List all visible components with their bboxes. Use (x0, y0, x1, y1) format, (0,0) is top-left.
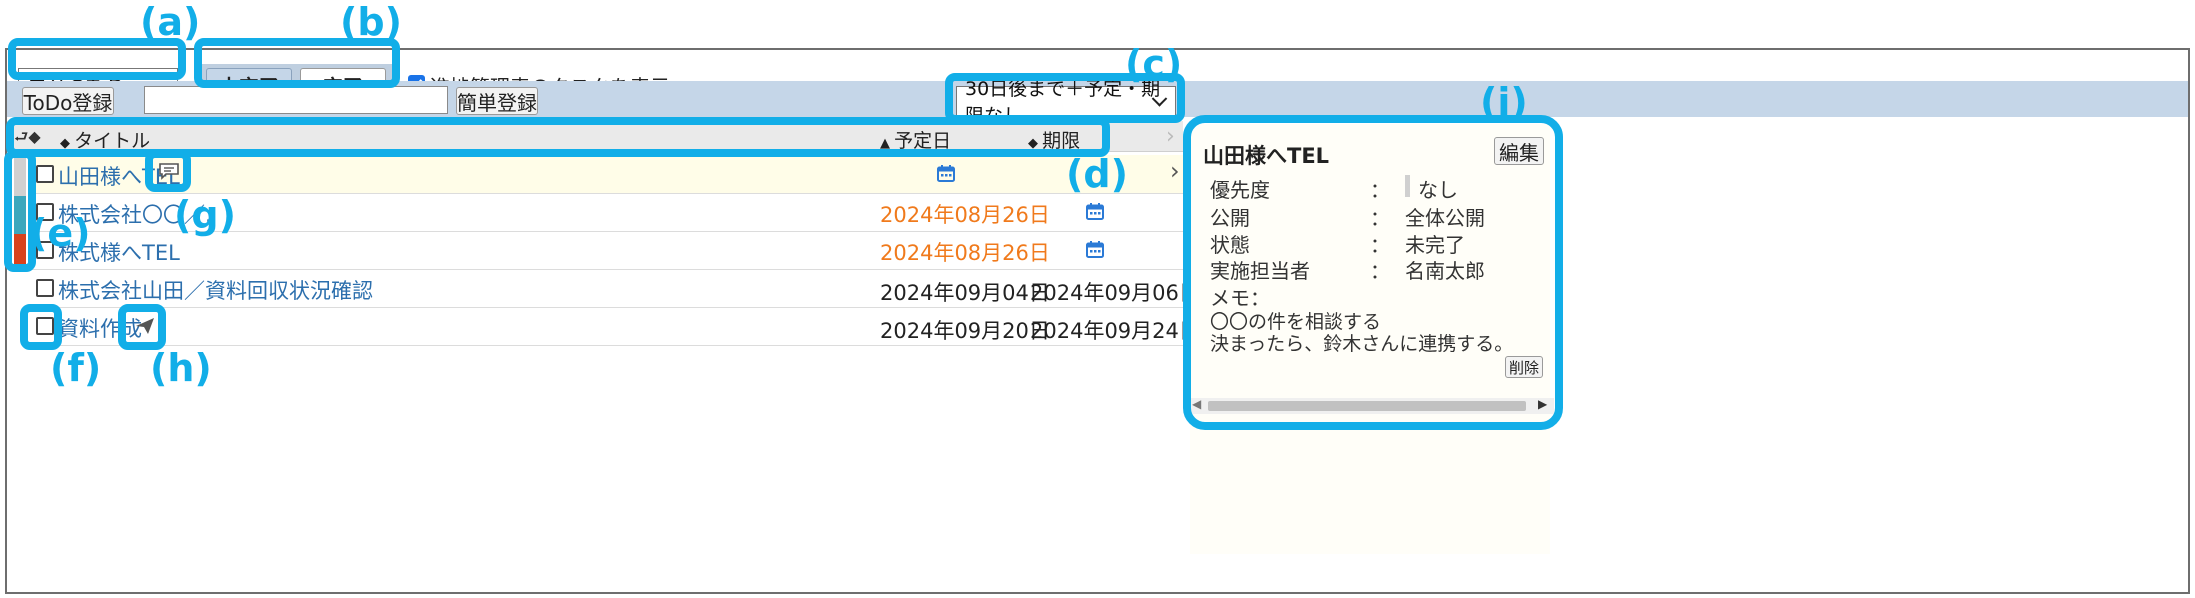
annotation-label-f: (f) (50, 346, 102, 390)
annotation-box-f (20, 304, 62, 350)
table-row[interactable]: 山田様へTEL › (30, 155, 1183, 194)
annotation-box-a (8, 38, 186, 80)
task-title[interactable]: 株式会社山田／資料回収状況確認 (58, 275, 373, 305)
annotation-label-b: (b) (340, 0, 402, 44)
annotation-label-g: (g) (174, 193, 236, 237)
annotation-box-h (118, 304, 166, 350)
todo-register-label: ToDo登録 (23, 90, 113, 115)
quick-add-input[interactable] (144, 86, 448, 114)
task-checkbox[interactable] (36, 165, 54, 183)
annotation-label-a: (a) (140, 0, 201, 44)
calendar-icon[interactable] (937, 165, 955, 182)
task-checkbox[interactable] (36, 279, 54, 297)
annotation-box-g (145, 150, 191, 192)
quick-register-button[interactable]: 簡単登録 (456, 87, 538, 115)
calendar-icon[interactable] (1086, 203, 1104, 220)
annotation-box-i (1183, 115, 1563, 430)
row-expand-icon[interactable]: › (1170, 157, 1180, 185)
calendar-icon[interactable] (1086, 241, 1104, 258)
scheduled-date: 2024年08月26日 (880, 203, 1050, 227)
scheduled-date: 2024年08月26日 (880, 241, 1050, 265)
scheduled-date: 2024年09月04日 (880, 281, 1050, 305)
annotation-box-b (194, 38, 400, 88)
action-bar-strip-2 (1183, 81, 2188, 117)
panel-collapse-icon[interactable]: › (1166, 124, 1175, 149)
table-row[interactable]: 資料作成 2024年09月20日 2024年09月24日 (30, 307, 1200, 346)
table-row[interactable]: 株式会社山田／資料回収状況確認 2024年09月04日 2024年09月06日 (30, 269, 1200, 308)
due-date: 2024年09月06日 (1030, 281, 1200, 305)
annotation-label-e: (e) (30, 211, 91, 255)
due-date: 2024年09月24日 (1030, 319, 1200, 343)
annotation-label-d: (d) (1066, 152, 1128, 196)
annotation-label-c: (c) (1125, 42, 1183, 86)
quick-register-label: 簡単登録 (457, 90, 537, 115)
annotation-label-i: (i) (1480, 80, 1528, 124)
todo-register-button[interactable]: ToDo登録 (22, 87, 114, 115)
scheduled-date: 2024年09月20日 (880, 319, 1050, 343)
annotation-label-h: (h) (150, 346, 212, 390)
